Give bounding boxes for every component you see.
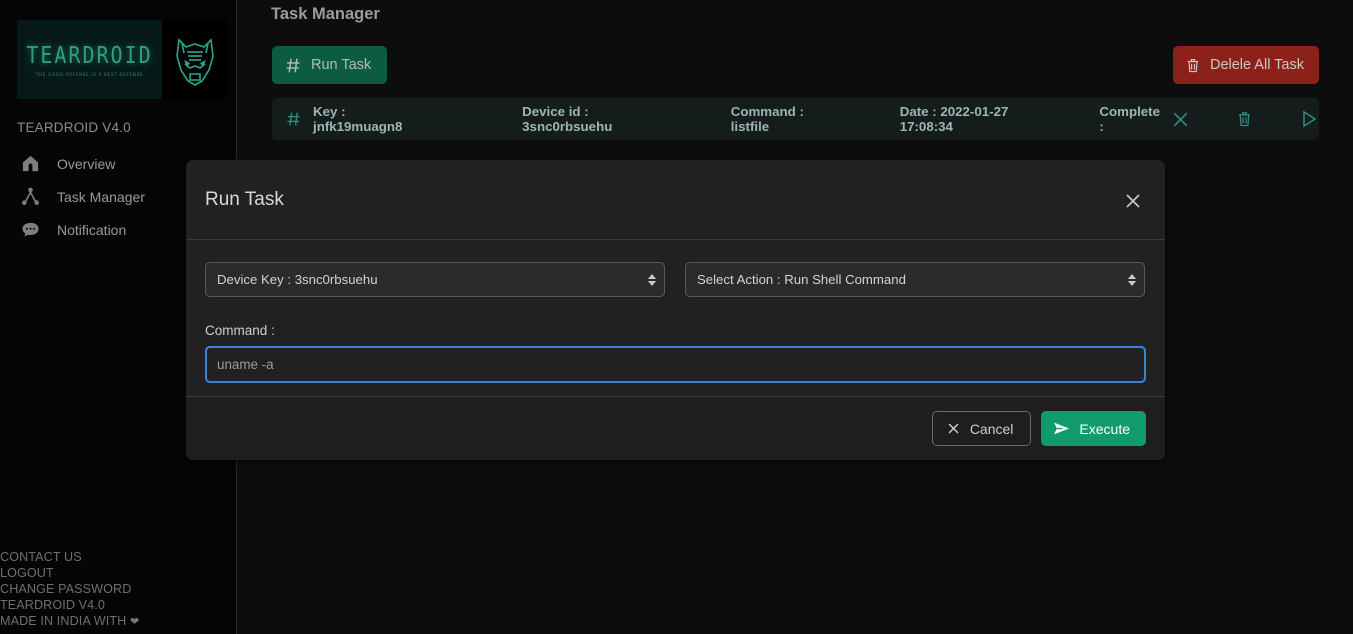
execute-button-label: Execute <box>1079 420 1130 437</box>
hash-icon <box>286 111 302 127</box>
brand-wordmark: TEARDROID <box>26 40 153 69</box>
dialog-header: Run Task <box>186 160 1165 240</box>
task-device: Device id : 3snc0rbsuehu <box>522 104 613 134</box>
brand-tagline: THE GOOD OFFENSE IS A BEST DEFENSE <box>35 71 144 77</box>
sidebar-item-label: Overview <box>57 155 116 172</box>
cancel-button-label: Cancel <box>969 420 1014 437</box>
comment-icon <box>20 219 41 240</box>
footer-link-contact-us[interactable]: CONTACT US <box>0 549 237 565</box>
sidebar-footer: CONTACT US LOGOUT CHANGE PASSWORD TEARDR… <box>0 549 237 630</box>
footer-made-in-india-text: MADE IN INDIA WITH <box>0 613 127 628</box>
dialog-body: Device Key : 3snc0rbsuehu Select Action … <box>186 240 1165 395</box>
table-row[interactable]: Key : jnfk19muagn8 Device id : 3snc0rbsu… <box>272 98 1319 140</box>
footer-link-change-password[interactable]: CHANGE PASSWORD <box>0 581 237 597</box>
brand-logo-text: TEARDROID THE GOOD OFFENSE IS A BEST DEF… <box>17 20 162 99</box>
heart-icon: ❤ <box>129 615 140 628</box>
task-command: Command : listfile <box>730 104 804 134</box>
task-date: Date : 2022-01-27 17:08:34 <box>899 104 1009 134</box>
x-icon <box>946 421 961 436</box>
device-key-select[interactable]: Device Key : 3snc0rbsuehu <box>205 262 665 297</box>
x-icon <box>1170 109 1191 130</box>
footer-link-logout[interactable]: LOGOUT <box>0 565 237 581</box>
run-task-button-label: Run Task <box>311 57 372 73</box>
close-icon[interactable] <box>1119 187 1147 215</box>
sidebar-item-label: Notification <box>57 221 127 238</box>
brand-logo-mark <box>162 20 227 99</box>
hash-icon <box>285 57 302 74</box>
task-run-icon[interactable] <box>1299 109 1319 129</box>
dialog-selects-row: Device Key : 3snc0rbsuehu Select Action … <box>205 262 1146 297</box>
page-title: Task Manager <box>271 5 380 23</box>
task-key: Key : jnfk19muagn8 <box>313 104 403 134</box>
sitemap-icon <box>20 186 41 207</box>
brand-logo: TEARDROID THE GOOD OFFENSE IS A BEST DEF… <box>17 20 227 99</box>
wolf-head-icon <box>175 37 214 86</box>
device-key-select-wrapper: Device Key : 3snc0rbsuehu <box>205 262 665 297</box>
run-task-dialog: Run Task Device Key : 3snc0rbsuehu Selec… <box>186 160 1165 460</box>
run-task-button[interactable]: Run Task <box>272 46 388 84</box>
trash-icon <box>1185 57 1201 74</box>
dialog-title: Run Task <box>205 189 284 210</box>
sidebar-item-label: Task Manager <box>57 188 145 205</box>
execute-button[interactable]: Execute <box>1041 411 1146 446</box>
command-input[interactable] <box>205 346 1146 383</box>
delete-all-task-button[interactable]: Delele All Task <box>1172 46 1319 84</box>
sidebar-version: TEARDROID V4.0 <box>17 120 131 135</box>
app-root: TEARDROID THE GOOD OFFENSE IS A BEST DEF… <box>0 0 1353 634</box>
delete-all-task-button-label: Delele All Task <box>1209 57 1304 73</box>
send-icon <box>1053 421 1070 436</box>
action-select[interactable]: Select Action : Run Shell Command <box>685 262 1145 297</box>
command-label: Command : <box>205 323 275 338</box>
task-complete-label: Complete : <box>1099 104 1160 134</box>
footer-version-label: TEARDROID V4.0 <box>0 597 105 612</box>
task-delete-icon[interactable] <box>1236 110 1253 128</box>
action-select-wrapper: Select Action : Run Shell Command <box>685 262 1145 297</box>
cancel-button[interactable]: Cancel <box>931 411 1032 446</box>
dialog-footer: Cancel Execute <box>186 396 1165 460</box>
footer-made-in-india: MADE IN INDIA WITH ❤ <box>0 613 237 630</box>
home-icon <box>20 153 41 174</box>
